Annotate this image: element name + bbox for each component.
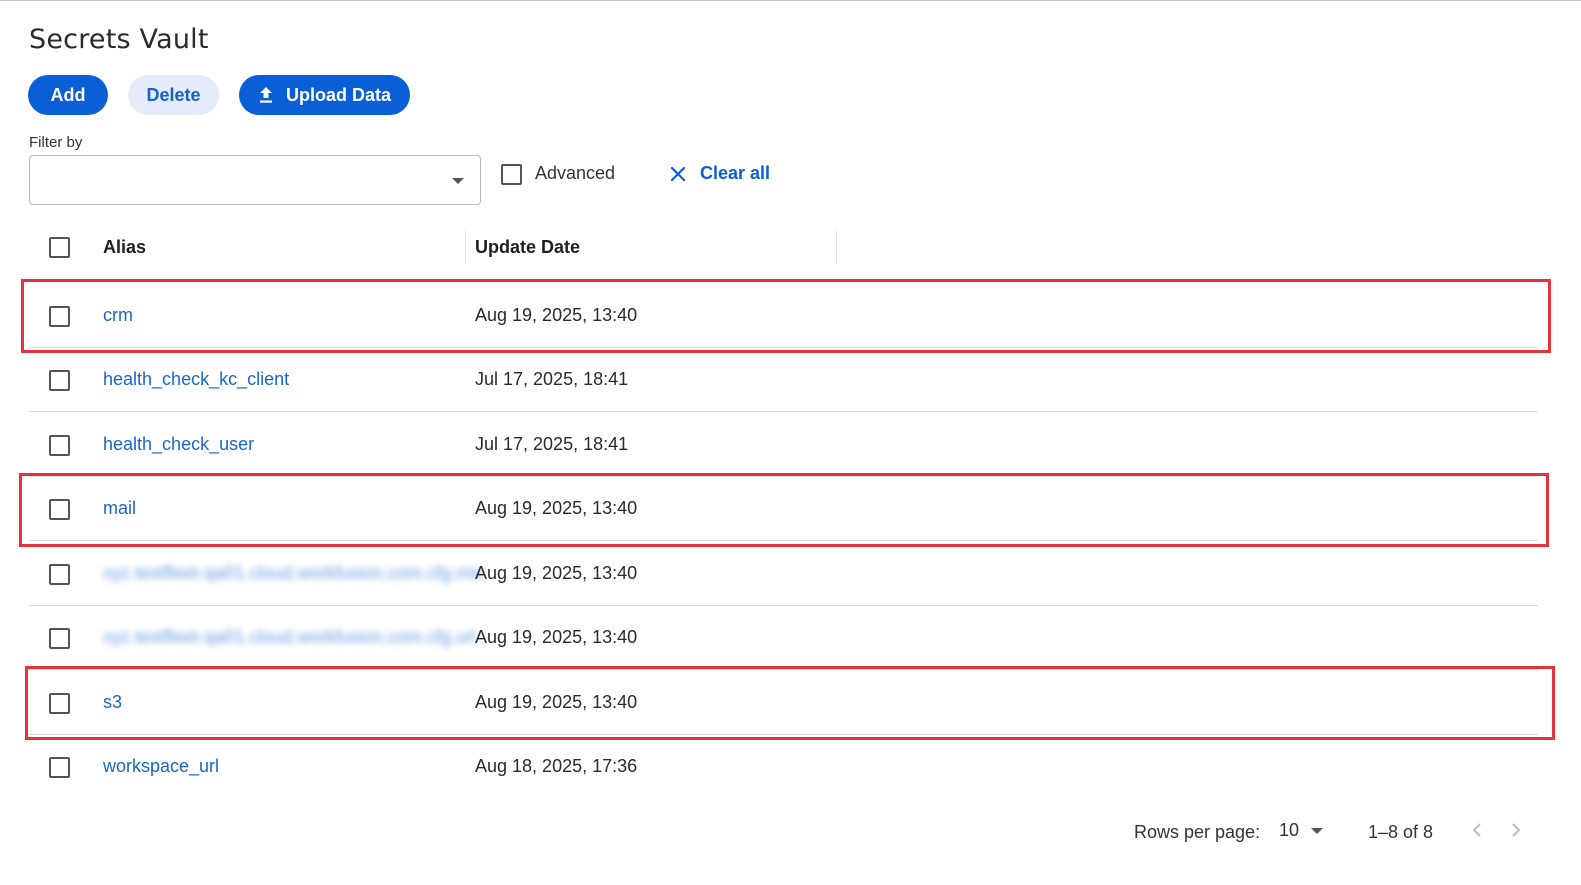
upload-data-button[interactable]: Upload Data: [239, 75, 410, 115]
redacted-alias-link[interactable]: xyz.testfleet-qa01.cloud.workfusion.com.…: [103, 563, 484, 584]
row-checkbox[interactable]: [49, 499, 70, 520]
filter-label: Filter by: [29, 134, 83, 151]
prev-page-button[interactable]: [1467, 822, 1487, 842]
update-date: Aug 19, 2025, 13:40: [475, 627, 638, 647]
rows-per-page-select[interactable]: 10: [1279, 820, 1324, 841]
table-row[interactable]: health_check_kc_client Jul 17, 2025, 18:…: [29, 348, 1538, 412]
table-row[interactable]: workspace_url Aug 18, 2025, 17:36: [29, 735, 1538, 799]
table-row[interactable]: mail Aug 19, 2025, 13:40: [29, 477, 1538, 541]
page-title: Secrets Vault: [29, 24, 209, 55]
update-date: Aug 19, 2025, 13:40: [475, 692, 638, 712]
alias-link[interactable]: mail: [103, 498, 136, 519]
table-row[interactable]: crm Aug 19, 2025, 13:40: [29, 284, 1538, 348]
update-date: Jul 17, 2025, 18:41: [475, 434, 629, 454]
delete-button[interactable]: Delete: [128, 75, 219, 115]
column-separator: [465, 230, 466, 264]
alias-link[interactable]: workspace_url: [103, 756, 219, 777]
row-checkbox[interactable]: [49, 628, 70, 649]
chevron-down-icon: [1311, 827, 1324, 834]
add-button[interactable]: Add: [28, 75, 108, 115]
row-checkbox[interactable]: [49, 370, 70, 391]
update-date: Aug 18, 2025, 17:36: [475, 756, 638, 776]
column-header-update-date[interactable]: Update Date: [475, 237, 580, 258]
row-checkbox[interactable]: [49, 435, 70, 456]
chevron-down-icon: [452, 178, 464, 184]
row-checkbox[interactable]: [49, 306, 70, 327]
rows-per-page-value: 10: [1279, 820, 1300, 840]
next-page-button[interactable]: [1506, 822, 1526, 842]
alias-link[interactable]: s3: [103, 692, 122, 713]
table-row[interactable]: s3 Aug 19, 2025, 13:40: [29, 671, 1538, 735]
upload-icon: [258, 86, 274, 104]
pagination-range: 1–8 of 8: [1368, 822, 1434, 842]
column-header-alias[interactable]: Alias: [103, 237, 146, 258]
table-row[interactable]: health_check_user Jul 17, 2025, 18:41: [29, 413, 1538, 477]
alias-link[interactable]: health_check_user: [103, 434, 254, 455]
clear-all-button[interactable]: Clear all: [670, 163, 770, 184]
table-row[interactable]: xyz.testfleet-qa01.cloud.workfusion.com.…: [29, 542, 1538, 606]
chevron-right-icon: [1511, 822, 1521, 842]
row-checkbox[interactable]: [49, 693, 70, 714]
update-date: Aug 19, 2025, 13:40: [475, 563, 638, 583]
update-date: Aug 19, 2025, 13:40: [475, 498, 638, 518]
advanced-checkbox[interactable]: [501, 164, 522, 185]
column-separator: [836, 230, 837, 264]
update-date: Jul 17, 2025, 18:41: [475, 369, 629, 389]
rows-per-page-label: Rows per page:: [1134, 822, 1261, 842]
alias-link[interactable]: health_check_kc_client: [103, 369, 289, 390]
row-checkbox[interactable]: [49, 757, 70, 778]
select-all-checkbox[interactable]: [49, 237, 70, 258]
row-checkbox[interactable]: [49, 564, 70, 585]
clear-all-label: Clear all: [700, 163, 771, 183]
top-divider: [0, 0, 1581, 1]
table-row[interactable]: xyz.testfleet-qa01.cloud.workfusion.com.…: [29, 606, 1538, 670]
update-date: Aug 19, 2025, 13:40: [475, 305, 638, 325]
chevron-left-icon: [1472, 822, 1482, 842]
advanced-label: Advanced: [535, 163, 616, 183]
close-icon: [670, 166, 686, 182]
upload-data-label: Upload Data: [285, 84, 391, 105]
alias-link[interactable]: crm: [103, 305, 133, 326]
redacted-alias-link[interactable]: xyz.testfleet-qa01.cloud.workfusion.com.…: [103, 627, 476, 648]
filter-select[interactable]: [29, 155, 481, 205]
